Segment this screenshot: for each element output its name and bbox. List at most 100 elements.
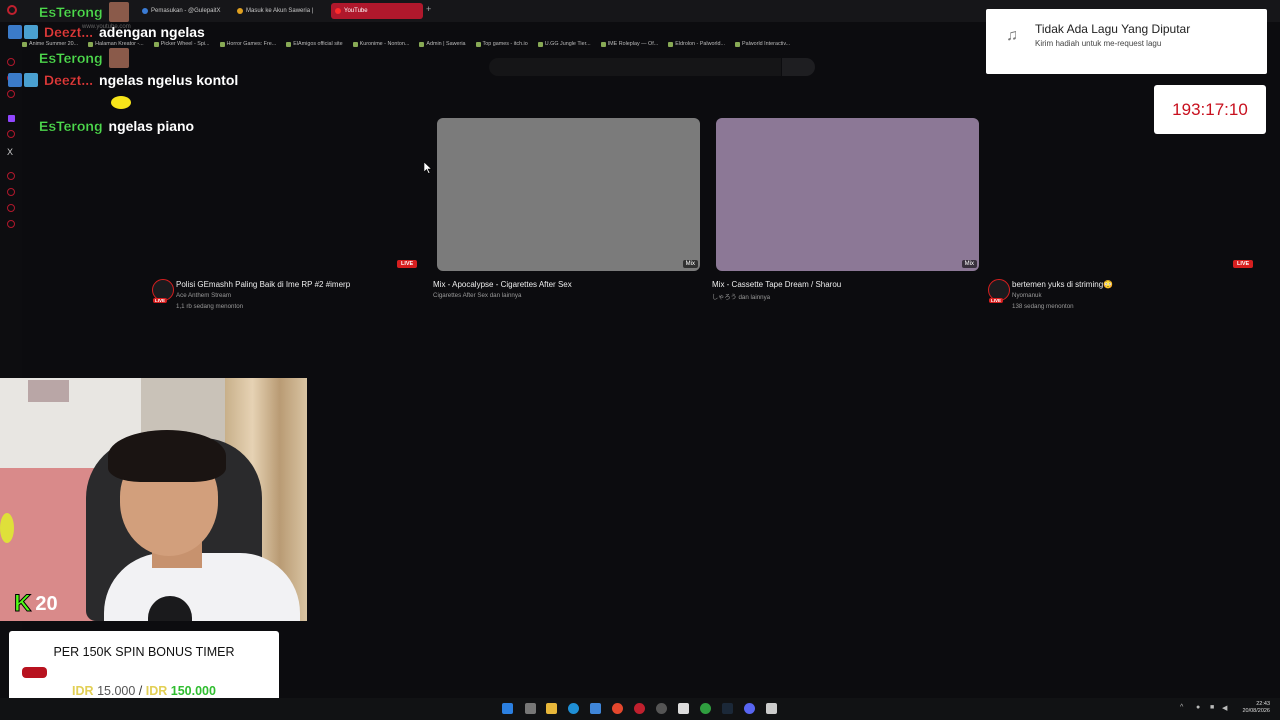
- spin-title: PER 150K SPIN BONUS TIMER: [53, 645, 235, 659]
- currency-label: IDR: [145, 684, 168, 698]
- youtube-search-button[interactable]: [782, 58, 815, 76]
- bookmark-favicon-icon: [537, 41, 543, 47]
- chat-message: EsTerong: [39, 2, 129, 22]
- bookmark-label: Palworld Interactiv...: [742, 41, 791, 47]
- bookmark-favicon-icon: [668, 41, 674, 47]
- chat-message: EsTerong: [39, 48, 129, 68]
- spin-amounts: IDR 15.000 / IDR 150.000: [9, 684, 279, 698]
- mic-icon[interactable]: ●: [1196, 704, 1200, 711]
- viewer-count: 20: [35, 592, 58, 615]
- video-viewers: 1,1 rb sedang menonton: [176, 303, 244, 310]
- network-icon[interactable]: ■: [1210, 704, 1214, 711]
- bookmark-item[interactable]: Palworld Interactiv...: [735, 38, 790, 50]
- bookmark-label: ElAmigos official site: [293, 41, 343, 47]
- chat-text: ngelas ngelus kontol: [99, 72, 239, 88]
- song-request-widget: ♫ Tidak Ada Lagu Yang Diputar Kirim hadi…: [986, 9, 1267, 74]
- chat-username: EsTerong: [39, 118, 103, 134]
- song-widget-title: Tidak Ada Lagu Yang Diputar: [1035, 22, 1191, 36]
- sidebar-history-icon[interactable]: [7, 188, 15, 196]
- bookmark-favicon-icon: [600, 41, 606, 47]
- obs-icon[interactable]: [656, 703, 667, 714]
- video-channel[interactable]: Nyomanuk: [1012, 292, 1042, 299]
- amount-separator: /: [138, 684, 143, 698]
- chat-message: Deezt... ngelas ngelus kontol: [8, 72, 238, 88]
- live-badge: LIVE: [1233, 260, 1254, 268]
- music-note-icon: ♫: [1006, 27, 1018, 44]
- video-thumbnail[interactable]: Mix: [716, 118, 979, 271]
- xbox-icon[interactable]: [700, 703, 711, 714]
- bookmark-item[interactable]: Kuronime - Nonton...: [352, 38, 410, 50]
- channel-avatar[interactable]: LIVE: [988, 279, 1010, 303]
- chat-username: EsTerong: [39, 4, 103, 20]
- bookmark-label: U.GG Jungle Tier...: [544, 41, 591, 47]
- avatar-live-badge: LIVE: [153, 298, 168, 303]
- video-channel[interactable]: Cigarettes After Sex dan lainnya: [433, 292, 521, 299]
- spin-progress-bar: [22, 667, 47, 678]
- bookmark-label: Admin | Saweria: [426, 41, 466, 47]
- chat-badge-icon: [8, 25, 22, 39]
- chat-overlay: EsTerong Deezt... adengan ngelas EsTeron…: [0, 0, 300, 140]
- bookmark-favicon-icon: [352, 41, 358, 47]
- volume-icon[interactable]: ◀: [1222, 704, 1227, 712]
- bookmark-item[interactable]: IME Roleplay — Of...: [600, 38, 658, 50]
- bookmark-favicon-icon: [475, 41, 481, 47]
- video-channel[interactable]: しゃろう dan lainnya: [712, 292, 770, 301]
- video-viewers: 138 sedang menonton: [1012, 303, 1074, 310]
- video-title[interactable]: Polisi GEmashh Paling Baik di Ime RP #2 …: [176, 280, 350, 289]
- opera-gx-icon[interactable]: [634, 703, 645, 714]
- steam-icon[interactable]: [722, 703, 733, 714]
- kick-viewer-count: K 20: [13, 590, 58, 618]
- mix-badge: Mix: [961, 260, 977, 268]
- file-explorer-icon[interactable]: [546, 703, 557, 714]
- channel-avatar[interactable]: LIVE: [152, 279, 174, 303]
- bookmark-item[interactable]: U.GG Jungle Tier...: [537, 38, 591, 50]
- youtube-favicon-icon: [335, 8, 341, 14]
- bookmark-favicon-icon: [735, 41, 740, 47]
- chat-message: Deezt... adengan ngelas: [8, 24, 205, 40]
- taskbar-clock[interactable]: 22:43 20/08/2026: [1242, 701, 1270, 715]
- capcut-icon[interactable]: [678, 703, 689, 714]
- sidebar-settings-icon[interactable]: [7, 220, 15, 228]
- currency-label: IDR: [72, 684, 94, 698]
- kick-logo-icon: K: [13, 590, 32, 618]
- bookmark-item[interactable]: Top games - itch.io: [475, 38, 528, 50]
- bookmark-item[interactable]: Eldrolon - Palworld...: [668, 38, 725, 50]
- clock-date: 20/08/2026: [1242, 708, 1270, 714]
- bookmark-label: Top games - itch.io: [482, 41, 528, 47]
- video-title[interactable]: Mix - Cassette Tape Dream / Sharou: [712, 280, 841, 289]
- sidebar-x-icon[interactable]: X: [7, 147, 13, 157]
- live-badge: LIVE: [397, 260, 418, 268]
- subathon-timer: 193:17:10: [1154, 85, 1266, 134]
- sidebar-bookmark-icon[interactable]: [7, 204, 15, 212]
- song-widget-subtitle: Kirim hadiah untuk me-request lagu: [1035, 39, 1162, 48]
- chat-message: EsTerong ngelas piano: [39, 118, 194, 134]
- tray-chevron-icon[interactable]: ^: [1180, 704, 1183, 711]
- chat-emote-icon: [108, 48, 129, 68]
- store-icon[interactable]: [590, 703, 601, 714]
- video-channel[interactable]: Ace Anthem Stream: [176, 292, 231, 299]
- start-button-icon[interactable]: [502, 703, 513, 714]
- tab-youtube[interactable]: YouTube: [331, 3, 423, 19]
- sidebar-player-icon[interactable]: [7, 172, 15, 180]
- chat-badge-icon: [24, 25, 38, 39]
- youtube-search-input[interactable]: [489, 58, 781, 76]
- discord-icon[interactable]: [744, 703, 755, 714]
- bookmark-label: Kuronime - Nonton...: [359, 41, 410, 47]
- chat-text: adengan ngelas: [99, 24, 205, 40]
- bookmark-item[interactable]: Admin | Saweria: [419, 38, 466, 50]
- clock-time: 22:43: [1256, 701, 1270, 707]
- app-icon[interactable]: [766, 703, 777, 714]
- chat-emote-icon: [108, 2, 129, 22]
- new-tab-button[interactable]: +: [426, 4, 431, 14]
- tab-label: YouTube: [344, 8, 368, 14]
- video-title[interactable]: bertemen yuks di striming😳: [1012, 280, 1113, 289]
- mouse-cursor-icon: [424, 162, 432, 174]
- task-view-icon[interactable]: [525, 703, 536, 714]
- chrome-icon[interactable]: [612, 703, 623, 714]
- video-thumbnail[interactable]: Mix: [437, 118, 700, 271]
- avatar-live-badge: LIVE: [989, 298, 1004, 303]
- video-title[interactable]: Mix - Apocalypse - Cigarettes After Sex: [433, 280, 572, 289]
- chat-emote-icon: [111, 96, 131, 109]
- edge-icon[interactable]: [568, 703, 579, 714]
- target-amount: 150.000: [170, 684, 216, 698]
